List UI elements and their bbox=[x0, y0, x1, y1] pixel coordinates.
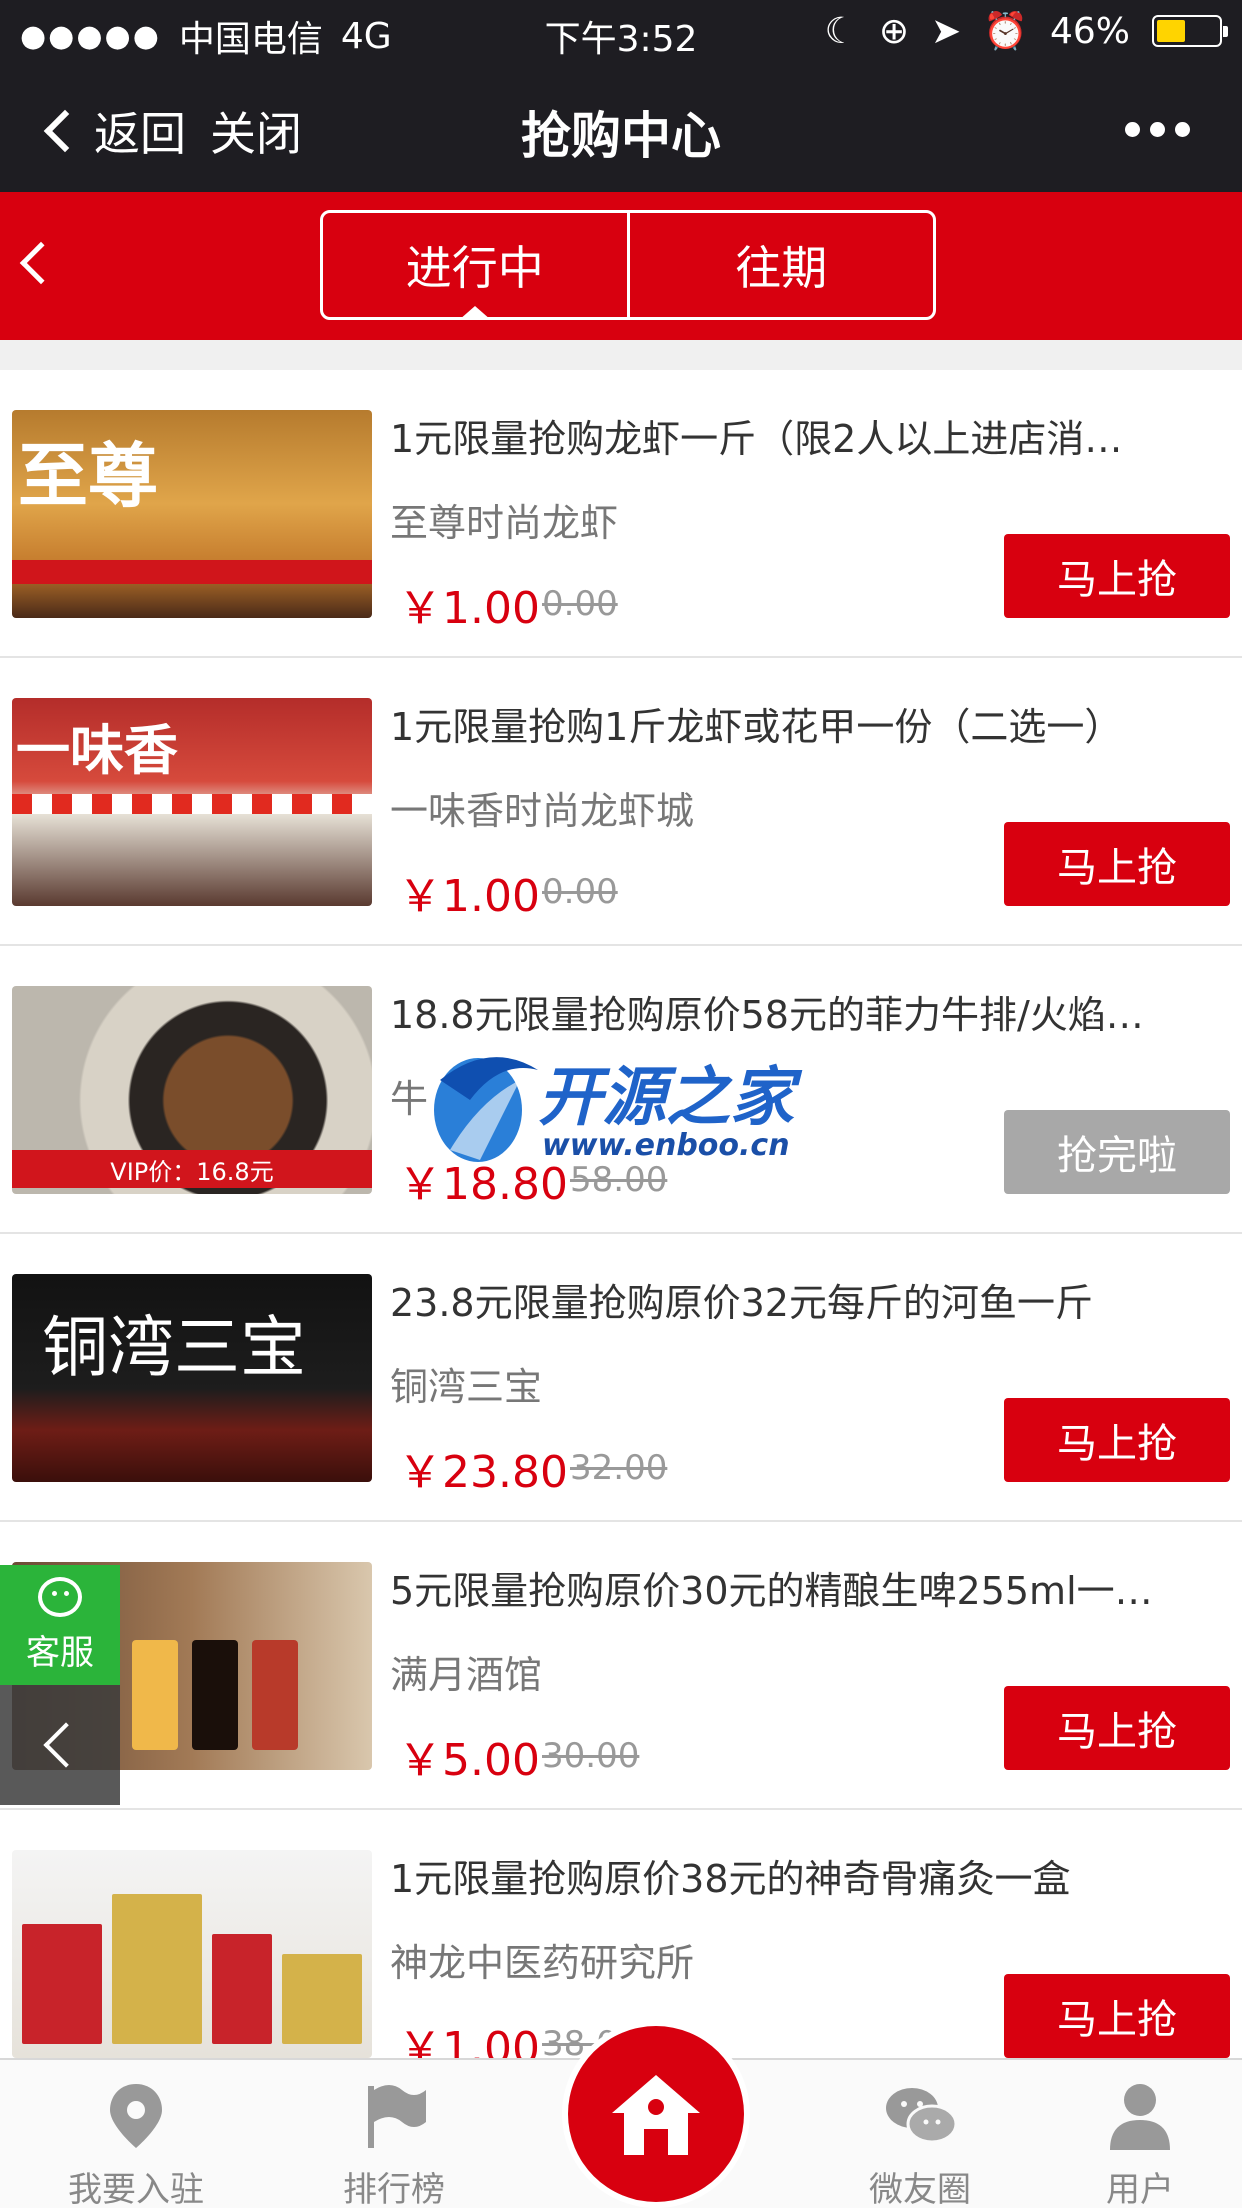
item-title: 1元限量抢购龙虾一斤（限2人以上进店消… bbox=[390, 417, 1123, 461]
tab-label: 我要入驻 bbox=[68, 2170, 204, 2208]
tab-user[interactable]: 用户 bbox=[1040, 2080, 1240, 2208]
item-price: ￥5.00 bbox=[398, 1735, 540, 1786]
home-icon bbox=[612, 2075, 700, 2155]
item-shop: 至尊时尚龙虾 bbox=[390, 501, 619, 545]
item-price: ￥23.80 bbox=[398, 1447, 568, 1498]
wechat-icon bbox=[886, 2088, 958, 2144]
status-bar: ●●●●● 中国电信 4G 下午3:52 ☾ ⊕ ➤ ⏰ 46% bbox=[0, 0, 1242, 62]
rotation-lock-icon: ⊕ bbox=[878, 10, 909, 52]
item-shop: 铜湾三宝 bbox=[390, 1365, 543, 1409]
deal-list: 至尊 1元限量抢购龙虾一斤（限2人以上进店消… 至尊时尚龙虾 ￥1.00 0.0… bbox=[0, 370, 1242, 2098]
item-shop: 一味香时尚龙虾城 bbox=[390, 789, 695, 833]
thumbnail-image[interactable]: 至尊 bbox=[12, 410, 372, 618]
tab-join[interactable]: 我要入驻 bbox=[36, 2080, 236, 2208]
customer-service-label: 客服 bbox=[26, 1632, 94, 1673]
chat-icon bbox=[38, 1576, 82, 1617]
item-original-price: 0.00 bbox=[542, 872, 618, 912]
tab-label: 微友圈 bbox=[869, 2170, 971, 2208]
page-title: 抢购中心 bbox=[521, 107, 721, 165]
home-button[interactable] bbox=[568, 2026, 744, 2202]
item-original-price: 32.00 bbox=[570, 1448, 668, 1488]
chevron-left-icon bbox=[43, 1722, 89, 1768]
more-options-icon[interactable] bbox=[1125, 122, 1190, 137]
item-price: ￥1.00 bbox=[398, 871, 540, 922]
tab-header: 进行中 往期 bbox=[0, 192, 1242, 340]
tab-moments[interactable]: 微友圈 bbox=[820, 2080, 1020, 2208]
item-title: 5元限量抢购原价30元的精酿生啤255ml一… bbox=[390, 1569, 1153, 1613]
grab-button[interactable]: 马上抢 bbox=[1004, 822, 1230, 906]
item-title: 1元限量抢购原价38元的神奇骨痛灸一盒 bbox=[390, 1857, 1071, 1901]
tab-ranking[interactable]: 排行榜 bbox=[294, 2080, 494, 2208]
list-item[interactable]: 一味香 1元限量抢购1斤龙虾或花甲一份（二选一） 一味香时尚龙虾城 ￥1.00 … bbox=[0, 658, 1242, 946]
grab-button[interactable]: 马上抢 bbox=[1004, 1686, 1230, 1770]
moon-icon: ☾ bbox=[824, 10, 857, 52]
list-item[interactable]: 铜湾三宝 23.8元限量抢购原价32元每斤的河鱼一斤 铜湾三宝 ￥23.80 3… bbox=[0, 1234, 1242, 1522]
item-price: ￥1.00 bbox=[398, 583, 540, 634]
side-back-button[interactable] bbox=[0, 1685, 120, 1805]
item-shop: 满月酒馆 bbox=[390, 1653, 543, 1697]
watermark-url: www.enboo.cn bbox=[542, 1128, 790, 1163]
item-original-price: 30.00 bbox=[542, 1736, 640, 1776]
alarm-icon: ⏰ bbox=[983, 11, 1028, 52]
item-title: 18.8元限量抢购原价58元的菲力牛排/火焰… bbox=[390, 993, 1144, 1037]
item-title: 1元限量抢购1斤龙虾或花甲一份（二选一） bbox=[390, 705, 1123, 749]
list-item[interactable]: 至尊 1元限量抢购龙虾一斤（限2人以上进店消… 至尊时尚龙虾 ￥1.00 0.0… bbox=[0, 370, 1242, 658]
item-original-price: 0.00 bbox=[542, 584, 618, 624]
nav-bar: 返回 关闭 抢购中心 bbox=[0, 62, 1242, 192]
thumbnail-image[interactable]: VIP价：16.8元 bbox=[12, 986, 372, 1194]
chevron-left-icon[interactable] bbox=[19, 241, 63, 285]
item-title: 23.8元限量抢购原价32元每斤的河鱼一斤 bbox=[390, 1281, 1093, 1325]
item-shop: 神龙中医药研究所 bbox=[390, 1941, 695, 1985]
watermark-title: 开源之家 bbox=[538, 1061, 794, 1135]
watermark-logo-icon bbox=[434, 1057, 538, 1162]
customer-service-button[interactable]: 客服 bbox=[0, 1565, 120, 1685]
watermark: 开源之家 www.enboo.cn bbox=[420, 1040, 840, 1170]
sold-out-button[interactable]: 抢完啦 bbox=[1004, 1110, 1230, 1194]
tab-ongoing[interactable]: 进行中 bbox=[323, 213, 627, 320]
tab-past[interactable]: 往期 bbox=[626, 213, 934, 317]
grab-button[interactable]: 马上抢 bbox=[1004, 534, 1230, 618]
location-pin-icon bbox=[110, 2084, 162, 2148]
tab-label: 用户 bbox=[1106, 2170, 1174, 2208]
thumbnail-image[interactable]: 一味香 bbox=[12, 698, 372, 906]
flag-icon bbox=[368, 2085, 426, 2148]
grab-button[interactable]: 马上抢 bbox=[1004, 1398, 1230, 1482]
battery-percent: 46% bbox=[1049, 10, 1130, 52]
tab-group: 进行中 往期 bbox=[320, 210, 936, 320]
battery-icon bbox=[1152, 15, 1228, 47]
list-item[interactable]: 5元限量抢购原价30元的精酿生啤255ml一… 满月酒馆 ￥5.00 30.00… bbox=[0, 1522, 1242, 1810]
user-icon bbox=[1110, 2084, 1170, 2150]
thumbnail-image[interactable]: 铜湾三宝 bbox=[12, 1274, 372, 1482]
thumbnail-image[interactable] bbox=[12, 1850, 372, 2058]
grab-button[interactable]: 马上抢 bbox=[1004, 1974, 1230, 2058]
tab-label: 排行榜 bbox=[343, 2170, 445, 2208]
location-arrow-icon: ➤ bbox=[930, 10, 962, 52]
